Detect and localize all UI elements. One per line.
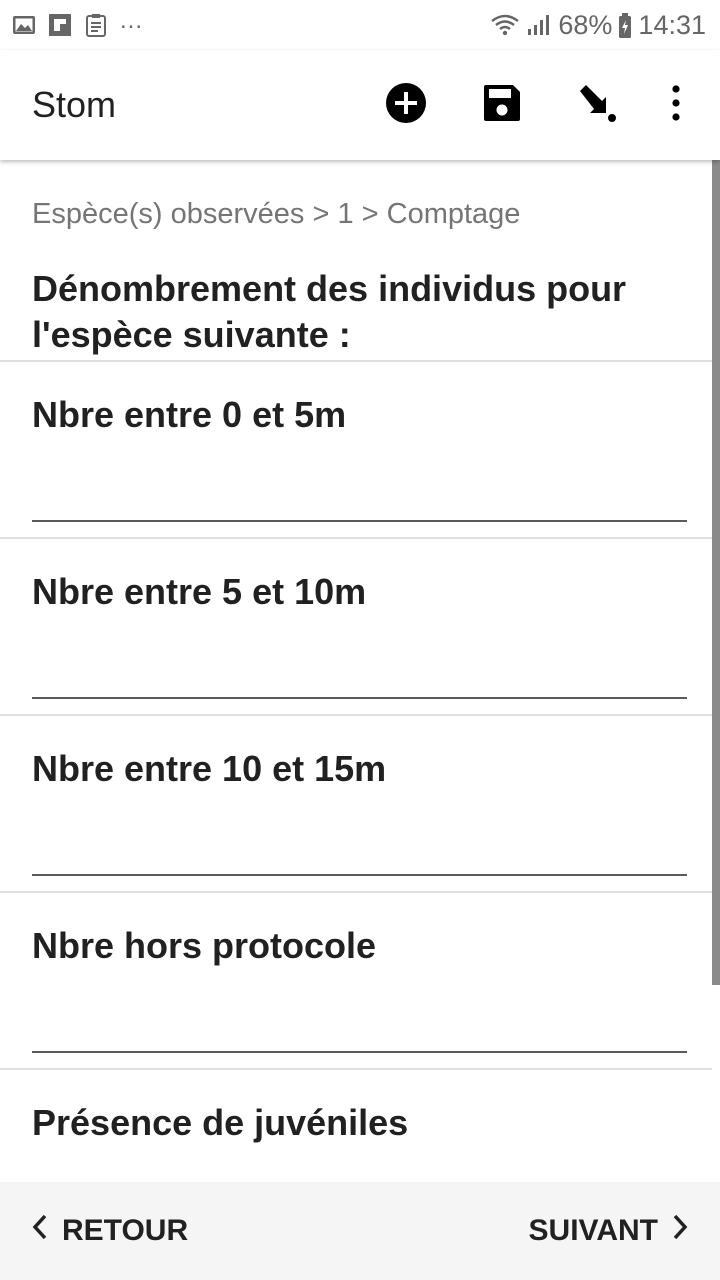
field-label: Nbre entre 5 et 10m bbox=[32, 571, 367, 612]
back-button[interactable]: RETOUR bbox=[32, 1214, 188, 1248]
more-options-button[interactable] bbox=[646, 57, 706, 153]
next-button[interactable]: SUIVANT bbox=[529, 1214, 688, 1248]
arrow-down-right-icon bbox=[578, 83, 618, 128]
add-button[interactable] bbox=[358, 57, 454, 153]
count-5-10m-input[interactable] bbox=[32, 639, 687, 699]
status-system: 68% 14:31 bbox=[490, 10, 706, 41]
field-label: Nbre entre 10 et 15m bbox=[32, 748, 387, 789]
image-icon bbox=[12, 13, 36, 37]
status-notifications: ... bbox=[12, 7, 143, 37]
back-button-label: RETOUR bbox=[62, 1214, 189, 1247]
jump-end-button[interactable] bbox=[550, 57, 646, 153]
field-count-off-protocol: Nbre hors protocole bbox=[0, 891, 712, 1068]
section-heading: Dénombrement des individus pour l'espèce… bbox=[32, 268, 627, 355]
next-button-label: SUIVANT bbox=[528, 1214, 658, 1247]
battery-icon bbox=[618, 13, 632, 38]
scrollbar[interactable] bbox=[712, 160, 720, 985]
save-icon bbox=[482, 83, 522, 128]
battery-percent: 68% bbox=[558, 9, 613, 40]
chevron-right-icon bbox=[672, 1214, 688, 1248]
clock: 14:31 bbox=[638, 9, 706, 40]
count-0-5m-input[interactable] bbox=[32, 462, 687, 522]
wifi-icon bbox=[490, 13, 520, 37]
field-juveniles: Présence de juvéniles bbox=[0, 1068, 712, 1182]
bottom-nav-bar: RETOUR SUIVANT bbox=[0, 1182, 720, 1280]
field-label: Nbre hors protocole bbox=[32, 925, 377, 966]
clipboard-icon bbox=[84, 13, 108, 37]
notification-overflow: ... bbox=[120, 7, 144, 34]
app-title: Stom bbox=[32, 84, 117, 125]
signal-icon bbox=[526, 13, 552, 37]
status-bar: ... 68% 14:31 bbox=[0, 0, 720, 50]
more-vert-icon bbox=[671, 84, 681, 126]
field-label: Nbre entre 0 et 5m bbox=[32, 394, 347, 435]
field-count-5-10m: Nbre entre 5 et 10m bbox=[0, 537, 712, 714]
flipboard-icon bbox=[48, 13, 72, 37]
form-content[interactable]: Espèce(s) observées > 1 > Comptage Dénom… bbox=[0, 160, 720, 1182]
field-label: Présence de juvéniles bbox=[32, 1102, 409, 1143]
save-button[interactable] bbox=[454, 57, 550, 153]
field-count-10-15m: Nbre entre 10 et 15m bbox=[0, 714, 712, 891]
breadcrumb: Espèce(s) observées > 1 > Comptage bbox=[32, 198, 521, 230]
count-10-15m-input[interactable] bbox=[32, 816, 687, 876]
field-count-0-5m: Nbre entre 0 et 5m bbox=[0, 360, 712, 537]
count-off-protocol-input[interactable] bbox=[32, 993, 687, 1053]
app-bar: Stom bbox=[0, 50, 720, 160]
add-circle-icon bbox=[384, 81, 428, 130]
chevron-left-icon bbox=[32, 1214, 48, 1248]
